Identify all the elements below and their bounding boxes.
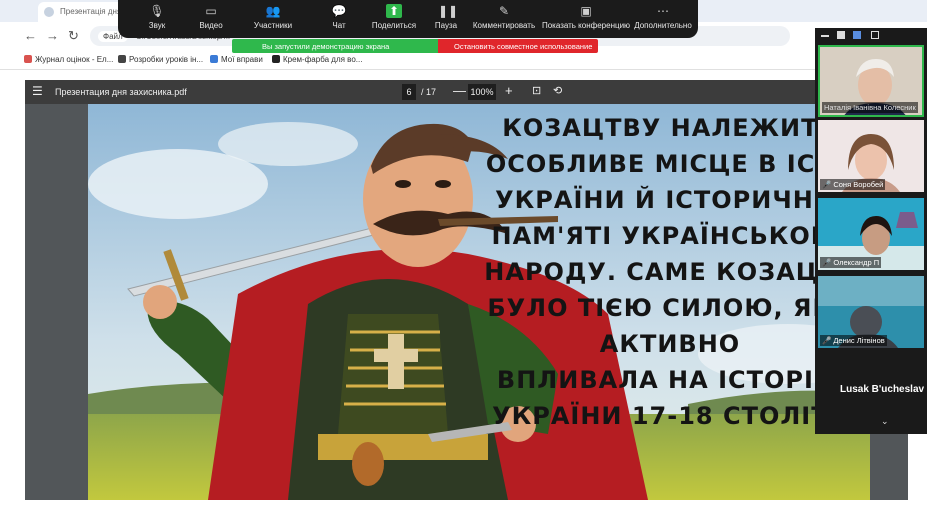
bookmark-item[interactable]: Крем-фарба для во... (272, 55, 362, 64)
panel-header (815, 28, 927, 44)
slide-text-line: ОСОБЛИВЕ МІСЦЕ В ІСТО (485, 150, 855, 178)
slide-text-line: НАРОДУ. САМЕ КОЗАЦТВ (484, 258, 856, 286)
slide-text-line: КОЗАЦТВУ НАЛЕЖИТЬ (502, 114, 838, 142)
video-button[interactable]: ▭ Видео (176, 4, 246, 30)
rotate-icon[interactable]: ⟲ (553, 84, 562, 97)
speaker-name: Lusak B'ucheslav (840, 384, 925, 395)
slide-text-line: АКТИВНО (599, 330, 741, 358)
show-meeting-icon: ▣ (580, 4, 592, 18)
bookmark-favicon-icon (210, 55, 218, 63)
sash (318, 434, 488, 460)
sharing-status-banner: Вы запустили демонстрацию экрана (232, 39, 438, 53)
share-screen-icon: ⬆ (386, 4, 402, 18)
slide-text-block: КОЗАЦТВУ НАЛЕЖИТЬ ОСОБЛИВЕ МІСЦЕ В ІСТО … (480, 110, 860, 434)
show-meeting-button[interactable]: ▣ Показать конференцию (540, 4, 632, 30)
tab-favicon-icon (44, 7, 54, 17)
slide-text-line: ВПЛИВАЛА НА ІСТОРІЮ (496, 366, 844, 394)
reload-icon[interactable]: ↻ (68, 29, 79, 43)
pause-icon: ❚❚ (438, 4, 459, 18)
menu-icon[interactable]: ☰ (32, 85, 43, 97)
slide-text-line: БУЛО ТІЄЮ СИЛОЮ, ЯКА (487, 294, 853, 322)
zoom-share-toolbar: 🎙 Звук ▭ Видео 👥 Участники 💬 Чат ⬆ Поделиться… (118, 0, 698, 38)
more-button[interactable]: ⋯ Дополнительно (628, 4, 698, 30)
participants-panel: Наталія Іванівна Колесник 🎤 Соня Воробей … (815, 28, 927, 434)
bookmark-favicon-icon (24, 55, 32, 63)
microphone-icon: 🎙 (149, 4, 165, 18)
left-eye (395, 180, 411, 188)
participant-tile[interactable]: 🎤 Соня Воробей (818, 120, 924, 192)
muted-mic-icon: 🎤 (822, 258, 832, 267)
participants-button[interactable]: 👥 Участники (238, 4, 308, 30)
chat-icon: 💬 (331, 4, 347, 18)
bookmark-item[interactable]: Мої вправи (210, 55, 263, 64)
right-eye (435, 180, 451, 188)
chevron-down-icon[interactable]: ⌄ (881, 416, 889, 427)
share-status-text: Вы запустили демонстрацию экрана (262, 42, 390, 51)
participants-icon: 👥 (265, 4, 281, 18)
stop-share-label: Остановить совместное использование (454, 42, 593, 51)
pdf-slide-page: КОЗАЦТВУ НАЛЕЖИТЬ ОСОБЛИВЕ МІСЦЕ В ІСТО … (88, 104, 870, 500)
participant-tile[interactable]: 🎤 Олександр П (818, 198, 924, 270)
grid-view-icon[interactable] (871, 31, 879, 39)
pdf-file-title: Презентация дня захисника.pdf (55, 87, 187, 97)
annotate-button[interactable]: ✎ Комментировать (469, 4, 539, 30)
zoom-in-button[interactable]: + (505, 83, 513, 98)
participant-name: 🎤 Олександр П (820, 257, 882, 268)
video-camera-icon: ▭ (205, 4, 217, 18)
participant-name: 🎤 Соня Воробей (820, 179, 886, 190)
bookmark-item[interactable]: Розробки уроків ін... (118, 55, 203, 64)
participant-name: Наталія Іванівна Колесник (822, 102, 918, 113)
zoom-out-button[interactable]: — (453, 83, 466, 98)
slide-text-line: УКРАЇНИ Й ІСТОРИЧНІЙ (495, 186, 845, 214)
page-number-input[interactable]: 6 (402, 84, 416, 100)
slide-text-line: ПАМ'ЯТІ УКРАЇНСЬКОГО (491, 222, 849, 250)
pdf-toolbar: ☰ Презентация дня захисника.pdf 6 / 17 —… (25, 80, 908, 104)
bookmarks-bar: Журнал оцінок - Ел... Розробки уроків ін… (0, 50, 927, 70)
minimize-icon[interactable] (821, 35, 829, 37)
more-icon: ⋯ (657, 4, 669, 18)
forward-arrow-icon[interactable]: → (46, 29, 59, 43)
page-total: / 17 (421, 87, 437, 97)
strip-view-icon[interactable] (853, 31, 861, 39)
zoom-level-input[interactable]: 100% (468, 84, 496, 100)
muted-mic-icon: 🎤 (822, 180, 832, 189)
powder-flask (352, 442, 384, 486)
single-view-icon[interactable] (837, 31, 845, 39)
fit-page-icon[interactable]: ⊡ (532, 84, 541, 97)
share-status-bar: Вы запустили демонстрацию экрана Останов… (232, 39, 598, 53)
left-fist (143, 285, 177, 319)
annotate-icon: ✎ (498, 4, 510, 18)
back-arrow-icon[interactable]: ← (24, 29, 37, 43)
speaker-name-tile[interactable]: Lusak B'ucheslav (818, 332, 924, 410)
stop-share-button[interactable]: Остановить совместное использование (438, 39, 598, 53)
slide-text-line: УКРАЇНИ 17-18 СТОЛІТЬ (492, 402, 848, 430)
bookmark-favicon-icon (272, 55, 280, 63)
cloud (218, 122, 358, 166)
bookmark-item[interactable]: Журнал оцінок - Ел... (24, 55, 113, 64)
participant-tile[interactable]: Наталія Іванівна Колесник (818, 45, 924, 117)
bookmark-favicon-icon (118, 55, 126, 63)
